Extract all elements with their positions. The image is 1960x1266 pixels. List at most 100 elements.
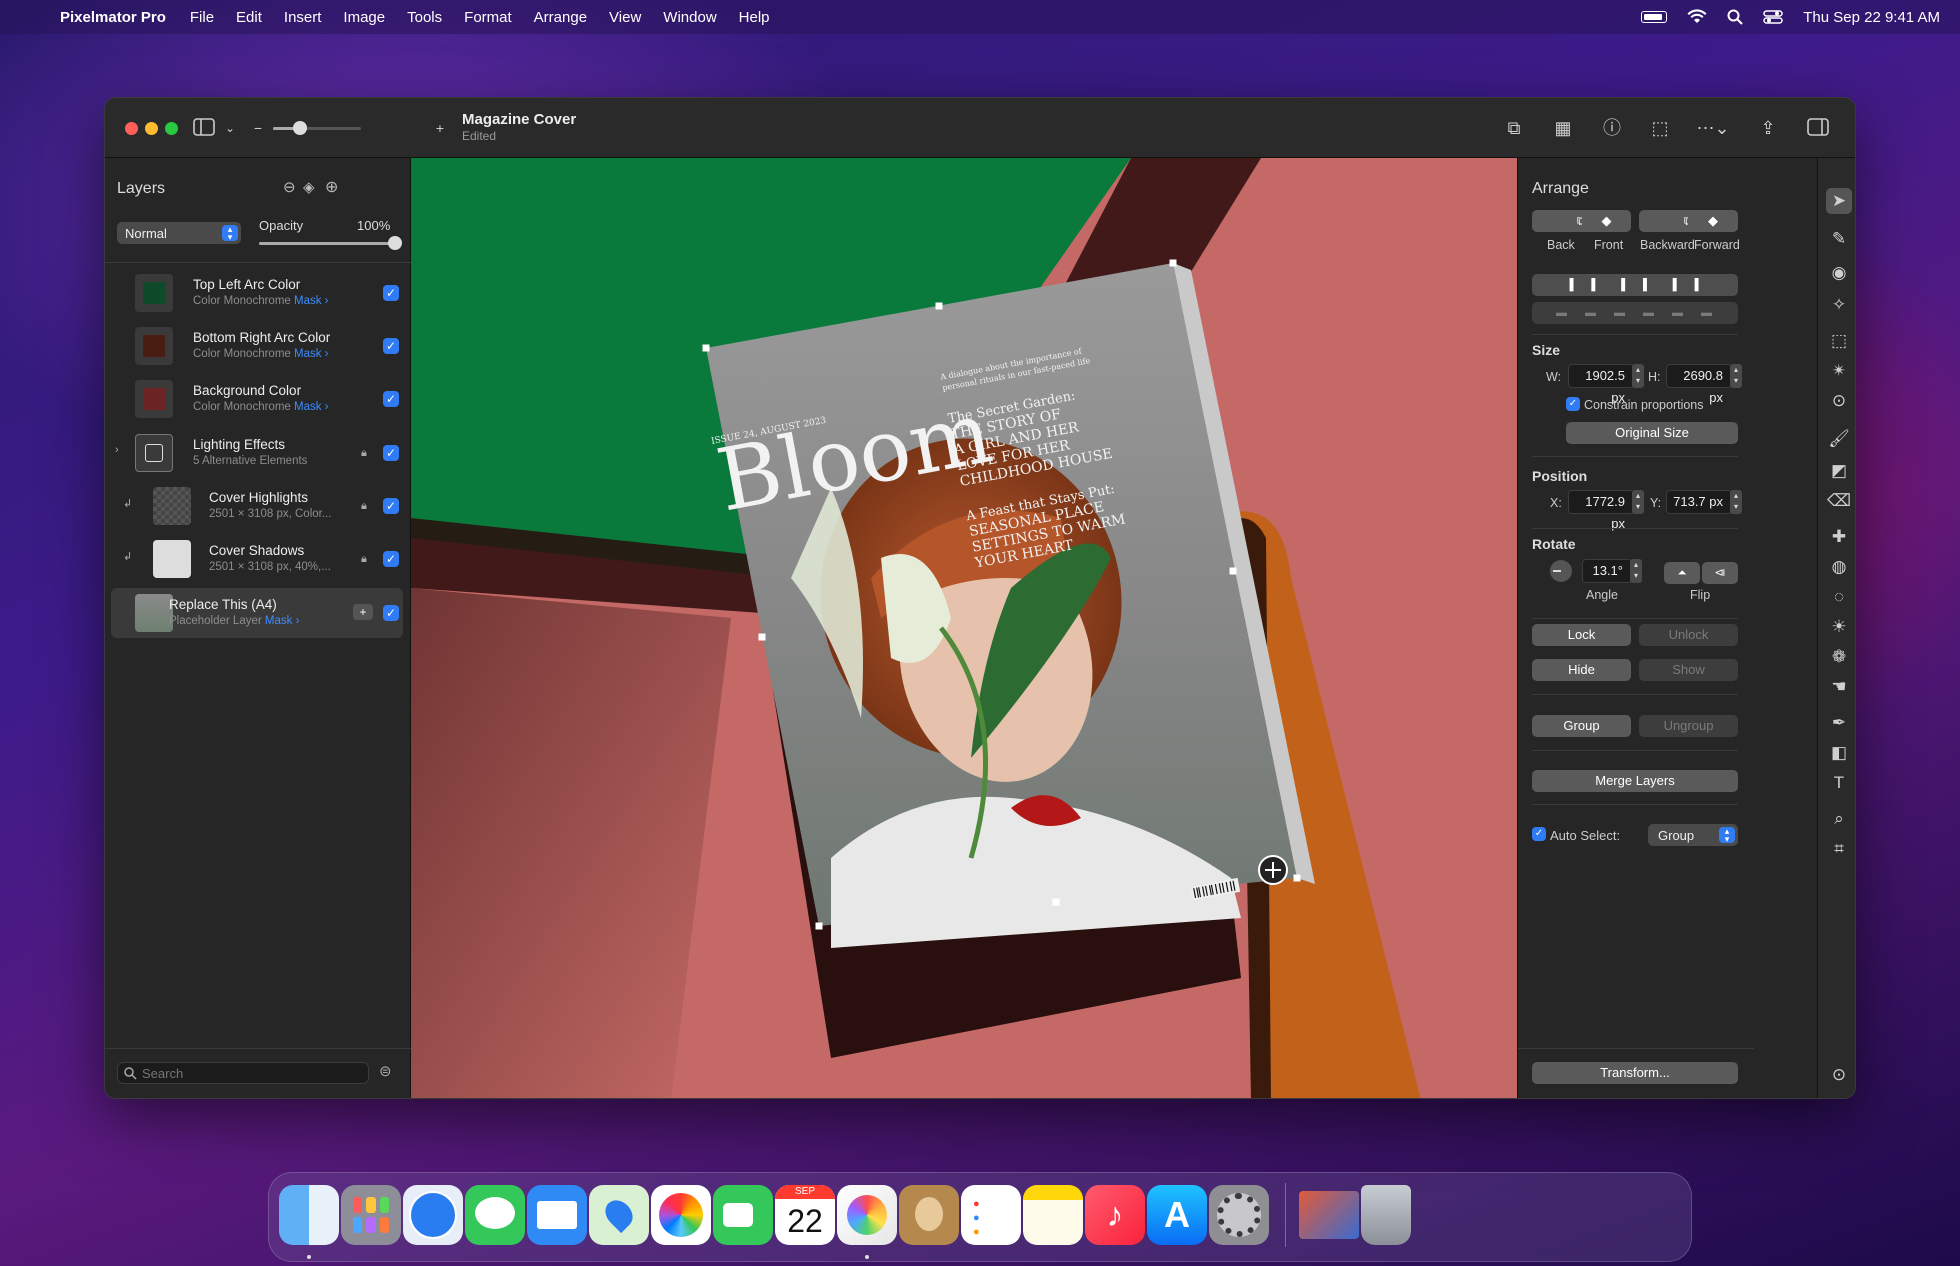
layer-visibility-checkbox[interactable]: ✓ — [383, 338, 399, 354]
layer-row-lighting-effects[interactable]: › Lighting Effects 5 Alternative Element… — [111, 428, 403, 478]
menu-help[interactable]: Help — [739, 9, 770, 26]
effects-tool-icon[interactable]: ✧ — [1826, 292, 1852, 318]
arrange-layers-icon[interactable]: ⧉ — [1501, 116, 1527, 140]
rotation-dial[interactable] — [1550, 560, 1572, 582]
music-icon[interactable]: ♪ — [1085, 1185, 1145, 1245]
layer-row-bottom-right-arc[interactable]: Bottom Right Arc Color Color Monochrome … — [111, 321, 403, 371]
pixelmator-pro-icon[interactable] — [837, 1185, 897, 1245]
safari-icon[interactable] — [403, 1185, 463, 1245]
notes-icon[interactable] — [1023, 1185, 1083, 1245]
zoom-slider-knob[interactable] — [293, 121, 307, 135]
filter-icon[interactable]: ⊜ — [379, 1062, 392, 1080]
opacity-slider[interactable] — [259, 236, 402, 250]
layer-row-cover-shadows[interactable]: ↲ Cover Shadows 2501 × 3108 px, 40%,... … — [111, 534, 403, 584]
menu-clock[interactable]: Thu Sep 22 9:41 AM — [1803, 9, 1940, 26]
layers-stack-icon[interactable]: ◈ — [303, 178, 315, 196]
layer-row-top-left-arc[interactable]: Top Left Arc Color Color Monochrome Mask… — [111, 268, 403, 318]
info-icon[interactable]: ⓘ — [1599, 116, 1625, 140]
menu-insert[interactable]: Insert — [284, 9, 322, 26]
width-field[interactable]: 1902.5 px — [1568, 364, 1634, 405]
mail-icon[interactable] — [527, 1185, 587, 1245]
menu-file[interactable]: File — [190, 9, 214, 26]
angle-field[interactable]: 13.1° — [1582, 559, 1632, 583]
zoom-slider[interactable] — [273, 121, 361, 135]
menu-arrange[interactable]: Arrange — [534, 9, 587, 26]
photos-icon[interactable] — [651, 1185, 711, 1245]
y-stepper[interactable]: ▴ ▾ — [1730, 490, 1742, 514]
menu-tools[interactable]: Tools — [407, 9, 442, 26]
y-field[interactable]: 713.7 px — [1666, 490, 1732, 514]
facetime-icon[interactable] — [713, 1185, 773, 1245]
clone-tool-icon[interactable]: ◍ — [1826, 554, 1852, 580]
control-center-icon[interactable] — [1763, 9, 1783, 25]
zoom-in-icon[interactable]: + — [427, 116, 453, 140]
zoom-out-icon[interactable]: − — [245, 116, 271, 140]
mask-link[interactable]: Mask › — [294, 348, 329, 360]
launchpad-icon[interactable] — [341, 1185, 401, 1245]
color-adjust-tool-icon[interactable]: ◉ — [1826, 260, 1852, 286]
battery-icon[interactable] — [1641, 11, 1668, 23]
menu-view[interactable]: View — [609, 9, 641, 26]
menu-window[interactable]: Window — [663, 9, 716, 26]
menu-app-name[interactable]: Pixelmator Pro — [60, 9, 166, 26]
flip-vertical-button[interactable]: ⧏ — [1702, 562, 1738, 584]
sponge-tool-icon[interactable]: ❁ — [1826, 644, 1852, 670]
layer-visibility-checkbox[interactable]: ✓ — [383, 285, 399, 301]
style-tool-icon[interactable]: ✎ — [1826, 226, 1852, 252]
more-tools-icon[interactable]: ⊙ — [1826, 1062, 1852, 1088]
auto-select-dropdown[interactable]: Group ▴ ▾ — [1648, 824, 1738, 846]
menu-format[interactable]: Format — [464, 9, 512, 26]
x-stepper[interactable]: ▴ ▾ — [1632, 490, 1644, 514]
layers-search-field[interactable] — [117, 1062, 369, 1084]
mask-link[interactable]: Mask › — [294, 295, 329, 307]
paint-bucket-icon[interactable]: ◩ — [1826, 458, 1852, 484]
messages-icon[interactable] — [465, 1185, 525, 1245]
layer-visibility-checkbox[interactable]: ✓ — [383, 498, 399, 514]
angle-stepper[interactable]: ▴ ▾ — [1630, 559, 1642, 583]
lock-icon[interactable]: 🔒︎ — [361, 553, 371, 565]
disclosure-chevron-icon[interactable]: › — [115, 444, 119, 456]
chevron-down-icon[interactable]: ⌄ — [217, 116, 243, 140]
zoom-tool-icon[interactable]: ⌕ — [1826, 806, 1852, 832]
wifi-icon[interactable] — [1687, 9, 1707, 25]
blur-tool-icon[interactable]: ◌ — [1826, 584, 1852, 610]
menu-image[interactable]: Image — [343, 9, 385, 26]
downloads-stack-icon[interactable] — [1299, 1191, 1359, 1239]
constrain-proportions-checkbox[interactable]: ✓ — [1566, 397, 1580, 411]
search-input[interactable] — [142, 1065, 362, 1081]
finder-icon[interactable] — [279, 1185, 339, 1245]
quick-selection-icon[interactable]: ⊙ — [1826, 388, 1852, 414]
selection-tool-icon[interactable]: ⬚ — [1826, 328, 1852, 354]
trash-icon[interactable] — [1361, 1185, 1411, 1245]
mask-link[interactable]: Mask › — [294, 401, 329, 413]
hide-button[interactable]: Hide — [1532, 659, 1631, 681]
opacity-slider-knob[interactable] — [388, 236, 402, 250]
bring-to-front-button[interactable]: ◆ — [1582, 210, 1631, 232]
repair-tool-icon[interactable]: ✚ — [1826, 524, 1852, 550]
flip-horizontal-button[interactable]: ⏶ — [1664, 562, 1700, 584]
calendar-icon[interactable]: SEP 22 — [775, 1185, 835, 1245]
sidebar-toggle-icon[interactable] — [193, 118, 215, 136]
height-stepper[interactable]: ▴ ▾ — [1730, 364, 1742, 388]
pen-tool-icon[interactable]: ✒ — [1826, 710, 1852, 736]
lock-button[interactable]: Lock — [1532, 624, 1631, 646]
x-field[interactable]: 1772.9 px — [1568, 490, 1634, 531]
crop-tool-icon[interactable]: ⌗ — [1826, 836, 1852, 862]
maps-icon[interactable] — [589, 1185, 649, 1245]
original-size-button[interactable]: Original Size — [1566, 422, 1738, 444]
layers-more-icon[interactable]: ⊖ — [283, 178, 296, 196]
crop-icon[interactable]: ⬚ — [1647, 116, 1673, 140]
transform-button[interactable]: Transform... — [1532, 1062, 1738, 1084]
layer-row-replace-this[interactable]: Replace This (A4) Placeholder Layer Mask… — [111, 588, 403, 638]
merge-layers-button[interactable]: Merge Layers — [1532, 770, 1738, 792]
magic-select-icon[interactable]: ✴ — [1826, 358, 1852, 384]
height-field[interactable]: 2690.8 px — [1666, 364, 1732, 405]
close-window-button[interactable] — [125, 122, 138, 135]
layer-visibility-checkbox[interactable]: ✓ — [383, 605, 399, 621]
lighten-tool-icon[interactable]: ☀ — [1826, 614, 1852, 640]
blend-mode-select[interactable]: Normal ▴ ▾ — [117, 222, 241, 244]
system-settings-icon[interactable] — [1209, 1185, 1269, 1245]
color-adjust-icon[interactable]: ▦ — [1550, 116, 1576, 140]
width-stepper[interactable]: ▴ ▾ — [1632, 364, 1644, 388]
bring-forward-button[interactable]: ◆ — [1688, 210, 1738, 232]
